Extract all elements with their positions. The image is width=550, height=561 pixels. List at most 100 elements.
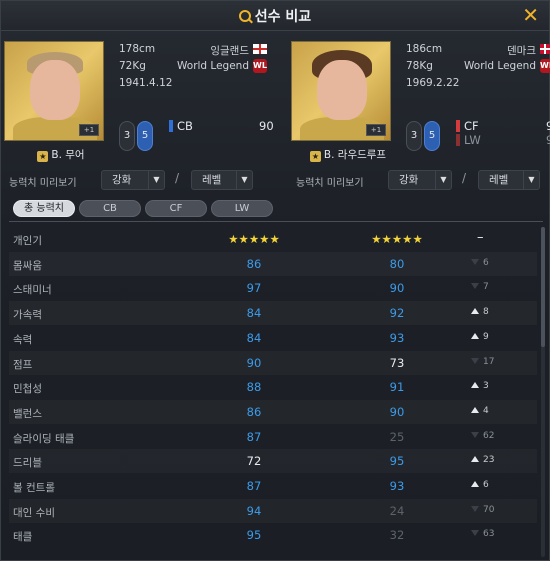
player-name: ★ B. 라우드루프 [288,147,408,162]
ovr: 90 [546,133,550,147]
position-color-bar [169,120,173,132]
player-name: ★ B. 무어 [1,147,121,162]
window-title-text: 선수 비교 [254,9,312,25]
triangle-down-icon [471,505,479,512]
stat-row: 태클 95 32 63 [9,523,537,547]
stat-difference-value: – [477,230,484,245]
player1-stat-value: 94 [246,503,262,518]
weak-foot: 3 [119,121,135,151]
stat-row: 점프 90 73 17 [9,351,537,375]
player1-stat-value: 87 [246,429,262,444]
player2-stat-value: 80 [389,256,405,271]
enhance-dropdown[interactable]: 강화 ▼ [101,170,165,190]
stat-difference: 3 [471,381,531,391]
player-portrait[interactable]: +1 [291,41,391,141]
scrollbar[interactable] [541,227,545,557]
stat-difference-value: 6 [483,480,489,490]
triangle-down-icon [471,283,479,290]
chevron-down-icon: ▼ [148,171,164,189]
level-dropdown[interactable]: 레벨 ▼ [191,170,253,190]
triangle-up-icon [471,406,479,413]
stat-difference-value: 3 [483,381,489,392]
stat-difference: – [477,230,537,245]
player2-stat-value: ★★★★★ [371,232,423,246]
stat-row: 가속력 84 92 8 [9,301,537,325]
grade-badge-icon: ★ [309,151,321,162]
tab-cb[interactable]: CB [79,200,141,217]
player-info: 186cm 덴마크 78Kg World Legend WL 1969.2.22 [406,43,550,94]
stat-row: 스태미너 97 90 7 [9,276,537,300]
stat-difference-value: 70 [483,504,495,515]
player2-stat-value: 32 [389,528,405,543]
birth-date: 1941.4.12 [119,77,173,89]
level-dropdown-label: 레벨 [489,174,509,186]
nation: 덴마크 [507,45,536,57]
stat-difference: 62 [471,431,531,441]
stat-label: 대인 수비 [13,506,55,519]
player-name-text: B. 무어 [51,149,85,161]
triangle-down-icon [471,431,479,438]
stat-label: 드리블 [13,457,42,470]
position: LW [464,133,481,147]
stat-row: 대인 수비 94 24 70 [9,499,537,523]
separator: / [462,171,467,185]
height: 186cm [406,43,443,55]
tab-lw[interactable]: LW [211,200,273,217]
player1-stat-value: ★★★★★ [228,232,280,246]
stat-row: 슬라이딩 태클 87 25 62 [9,425,537,449]
player1-stat-value: 90 [246,355,262,370]
stat-label: 점프 [13,358,33,371]
separator: / [175,171,180,185]
stat-row: 볼 컨트롤 87 93 6 [9,474,537,498]
foot-rating: 3 5 [119,121,159,155]
tab-cf[interactable]: CF [145,200,207,217]
stat-difference-value: 63 [483,529,495,540]
enhance-dropdown[interactable]: 강화 ▼ [388,170,452,190]
player2-stat-value: 25 [389,429,405,444]
stat-row: 속력 84 93 9 [9,326,537,350]
triangle-up-icon [471,456,479,463]
player2-stat-value: 73 [389,355,405,370]
denmark-flag-icon [540,44,550,54]
position: CF [464,119,479,133]
stat-label: 볼 컨트롤 [13,482,55,494]
stat-difference-value: 23 [483,455,495,466]
stat-difference: 23 [471,455,531,465]
player2-stat-value: 92 [389,306,405,321]
strong-foot: 5 [424,121,440,151]
ovr: 90 [259,119,274,133]
level-dropdown[interactable]: 레벨 ▼ [478,170,540,190]
season-logo-icon: WL [540,59,550,73]
stat-difference: 9 [471,332,531,342]
stat-label: 민첩성 [13,383,42,396]
player2-stat-value: 90 [389,404,405,419]
stat-row: 드리블 72 95 23 [9,449,537,473]
position-color-bar [456,134,460,146]
foot-rating: 3 5 [406,121,446,155]
tab-total[interactable]: 총 능력치 [13,200,75,217]
divider [9,221,543,222]
enhance-dropdown-label: 강화 [112,174,132,186]
player1-stat-value: 84 [246,330,262,345]
birth-date: 1969.2.22 [406,77,460,89]
strong-foot: 5 [137,121,153,151]
player-card-2: +1 186cm 덴마크 78Kg World Legend WL 1969.2.22… [288,41,550,191]
position-rating: CF 90 [456,119,550,133]
face [317,60,367,120]
player-portrait[interactable]: +1 [4,41,104,141]
stat-label: 스태미너 [13,284,52,297]
stat-row: 밸런스 86 90 4 [9,400,537,424]
position-rating: LW 90 [456,133,550,147]
height: 178cm [119,43,156,55]
preview-label: 능력치 미리보기 [9,178,77,189]
scrollbar-thumb[interactable] [541,227,545,347]
stat-label: 태클 [13,531,33,544]
player-card-1: +1 178cm 잉글랜드 72Kg World Legend WL 1941.4.1… [1,41,274,191]
player1-stat-value: 88 [246,380,262,395]
window-title: 선수 비교 [1,6,549,26]
nation: 잉글랜드 [210,45,249,57]
stat-difference: 6 [471,480,531,490]
close-icon[interactable]: ✕ [522,4,539,26]
weight: 78Kg [406,60,433,72]
position: CB [177,119,193,133]
